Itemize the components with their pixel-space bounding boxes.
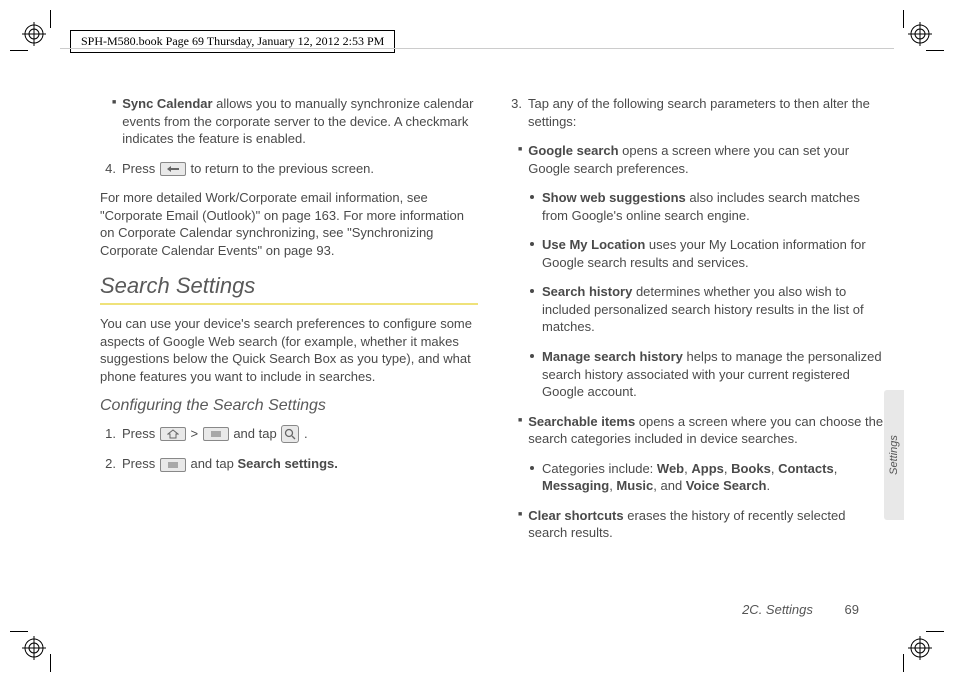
right-column: 3. Tap any of the following search param… xyxy=(506,95,884,587)
search-settings-intro: You can use your device's search prefere… xyxy=(100,315,478,385)
cat-music: Music xyxy=(616,478,653,493)
square-bullet-icon: ■ xyxy=(518,142,522,183)
step-4: 4. Press to return to the previous scree… xyxy=(100,160,478,184)
menu-key-icon xyxy=(160,458,186,472)
footer-page-number: 69 xyxy=(845,602,859,617)
step-number: 2. xyxy=(100,455,116,479)
step-2-a: Press xyxy=(122,456,159,471)
step-4-b: to return to the previous screen. xyxy=(190,161,374,176)
cat-dot: . xyxy=(767,478,771,493)
heading-search-settings: Search Settings xyxy=(100,271,478,301)
dot-bullet-icon xyxy=(530,354,534,358)
back-key-icon xyxy=(160,162,186,176)
registration-mark-icon xyxy=(22,22,46,46)
step-3: 3. Tap any of the following search param… xyxy=(506,95,884,136)
search-app-icon xyxy=(281,425,299,443)
step-4-text: Press to return to the previous screen. xyxy=(122,160,374,178)
bullet-sync-calendar: ■ Sync Calendar allows you to manually s… xyxy=(112,95,478,154)
cat-and: , and xyxy=(653,478,686,493)
step-2-c: Search settings. xyxy=(237,456,337,471)
step-3-text: Tap any of the following search paramete… xyxy=(528,95,884,130)
crop-mark xyxy=(903,10,904,28)
step-1-dot: . xyxy=(304,426,308,441)
section-tab: Settings xyxy=(884,390,904,520)
step-1-b: and tap xyxy=(233,426,280,441)
cat-books: Books xyxy=(731,461,771,476)
bullet-use-location: Use My Location uses your My Location in… xyxy=(530,236,884,277)
cat-messaging: Messaging xyxy=(542,478,609,493)
heading-rule xyxy=(100,303,478,305)
crop-mark xyxy=(903,654,904,672)
square-bullet-icon: ■ xyxy=(112,95,116,154)
registration-mark-icon xyxy=(22,636,46,660)
categories-prefix: Categories include: xyxy=(542,461,657,476)
dot-bullet-icon xyxy=(530,195,534,199)
crop-mark xyxy=(926,631,944,632)
page-body: ■ Sync Calendar allows you to manually s… xyxy=(100,95,884,587)
crop-mark xyxy=(926,50,944,51)
home-key-icon xyxy=(160,427,186,441)
bullet-clear-shortcuts: ■ Clear shortcuts erases the history of … xyxy=(518,507,884,548)
crop-mark xyxy=(50,654,51,672)
manage-history-label: Manage search history xyxy=(542,349,683,364)
google-search-label: Google search xyxy=(528,143,618,158)
use-location-label: Use My Location xyxy=(542,237,645,252)
bullet-google-search: ■ Google search opens a screen where you… xyxy=(518,142,884,183)
manage-history-text: Manage search history helps to manage th… xyxy=(542,348,884,401)
dot-bullet-icon xyxy=(530,242,534,246)
header-separator xyxy=(60,48,894,49)
searchable-items-label: Searchable items xyxy=(528,414,635,429)
step-2-text: Press and tap Search settings. xyxy=(122,455,338,473)
step-1-text: Press > and tap . xyxy=(122,425,308,444)
crop-mark xyxy=(10,631,28,632)
step-1-a: Press xyxy=(122,426,159,441)
bullet-manage-history: Manage search history helps to manage th… xyxy=(530,348,884,407)
categories-text: Categories include: Web, Apps, Books, Co… xyxy=(542,460,884,495)
sync-calendar-label: Sync Calendar xyxy=(122,96,212,111)
left-column: ■ Sync Calendar allows you to manually s… xyxy=(100,95,478,587)
registration-mark-icon xyxy=(908,22,932,46)
clear-shortcuts-text: Clear shortcuts erases the history of re… xyxy=(528,507,884,542)
step-1: 1. Press > and tap . xyxy=(100,425,478,450)
menu-key-icon xyxy=(203,427,229,441)
crop-mark xyxy=(10,50,28,51)
dot-bullet-icon xyxy=(530,289,534,293)
sync-calendar-text: Sync Calendar allows you to manually syn… xyxy=(122,95,478,148)
crop-mark xyxy=(50,10,51,28)
show-suggestions-text: Show web suggestions also includes searc… xyxy=(542,189,884,224)
step-number: 1. xyxy=(100,425,116,450)
search-history-text: Search history determines whether you al… xyxy=(542,283,884,336)
registration-mark-icon xyxy=(908,636,932,660)
bullet-search-history: Search history determines whether you al… xyxy=(530,283,884,342)
dot-bullet-icon xyxy=(530,466,534,470)
cat-apps: Apps xyxy=(691,461,724,476)
bullet-show-suggestions: Show web suggestions also includes searc… xyxy=(530,189,884,230)
heading-configuring: Configuring the Search Settings xyxy=(100,395,478,417)
cat-contacts: Contacts xyxy=(778,461,834,476)
step-number: 4. xyxy=(100,160,116,184)
use-location-text: Use My Location uses your My Location in… xyxy=(542,236,884,271)
step-1-gt: > xyxy=(190,426,201,441)
bullet-categories: Categories include: Web, Apps, Books, Co… xyxy=(530,460,884,501)
google-search-text: Google search opens a screen where you c… xyxy=(528,142,884,177)
square-bullet-icon: ■ xyxy=(518,507,522,548)
detail-paragraph: For more detailed Work/Corporate email i… xyxy=(100,189,478,259)
step-number: 3. xyxy=(506,95,522,136)
section-tab-label: Settings xyxy=(888,435,900,475)
clear-shortcuts-label: Clear shortcuts xyxy=(528,508,623,523)
step-4-a: Press xyxy=(122,161,159,176)
bullet-searchable-items: ■ Searchable items opens a screen where … xyxy=(518,413,884,454)
page-meta-header: SPH-M580.book Page 69 Thursday, January … xyxy=(70,30,395,53)
footer-section: 2C. Settings xyxy=(742,602,813,617)
searchable-items-text: Searchable items opens a screen where yo… xyxy=(528,413,884,448)
cat-web: Web xyxy=(657,461,684,476)
step-2-b: and tap xyxy=(190,456,237,471)
show-suggestions-label: Show web suggestions xyxy=(542,190,686,205)
square-bullet-icon: ■ xyxy=(518,413,522,454)
page-footer: 2C. Settings 69 xyxy=(742,602,859,617)
cat-voice-search: Voice Search xyxy=(686,478,767,493)
step-2: 2. Press and tap Search settings. xyxy=(100,455,478,479)
search-history-label: Search history xyxy=(542,284,632,299)
